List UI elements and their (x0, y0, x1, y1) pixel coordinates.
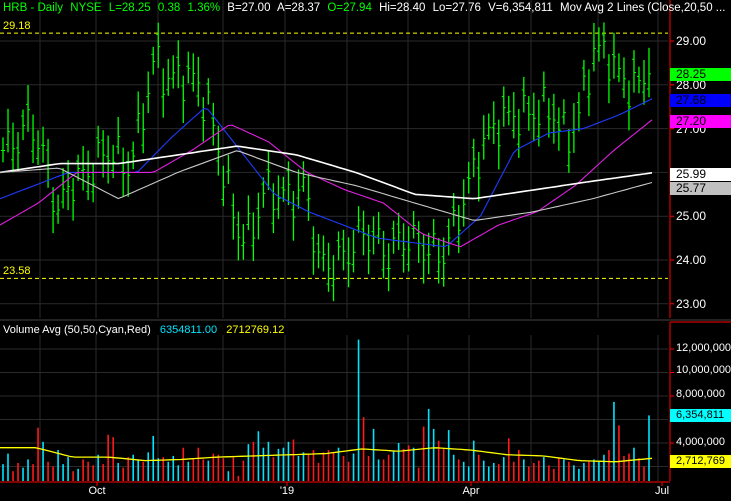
date-label-2019: '19 (279, 485, 295, 497)
volume-header: Volume Avg (50,50,Cyan,Red) 6354811.00 2… (3, 324, 290, 336)
volume-value: V=6,354,811 (488, 2, 553, 14)
date-label-jul: Jul (654, 485, 670, 497)
ask-price: A=28.37 (277, 2, 321, 14)
ma20-badge: 27.68 (670, 94, 731, 107)
open-price: O=27.94 (327, 2, 372, 14)
price-tick: 24.00 (676, 253, 707, 267)
low-level-label: 23.58 (3, 265, 31, 277)
volume-badge: 6,354,811 (670, 409, 731, 422)
volume-tick: 4,000,000 (676, 436, 725, 448)
volume-tick: 8,000,000 (676, 388, 725, 400)
bid-price: B=27.00 (227, 2, 271, 14)
high-price: Hi=28.40 (379, 2, 426, 14)
volume-tick: 12,000,000 (676, 342, 731, 354)
price-tick: 29.00 (676, 34, 707, 48)
ma100-badge: 25.99 (670, 168, 731, 181)
exchange-label: NYSE (70, 2, 102, 14)
ma50-badge: 27.20 (670, 115, 731, 128)
last-price: L=28.25 (108, 2, 151, 14)
symbol-label: HRB - Daily (3, 2, 64, 14)
price-tick: 23.00 (676, 297, 707, 311)
volume-average: 2712769.12 (226, 324, 285, 336)
volume-current: 6354811.00 (159, 324, 218, 336)
low-price: Lo=27.76 (432, 2, 481, 14)
change-percent: 1.36% (187, 2, 221, 14)
date-label-apr: Apr (462, 485, 480, 497)
price-tick: 25.00 (676, 209, 707, 223)
volume-tick: 10,000,000 (676, 364, 731, 376)
volume-study-title[interactable]: Volume Avg (50,50,Cyan,Red) (3, 324, 151, 336)
last-price-badge: 28.25 (670, 68, 731, 81)
stock-chart[interactable]: HRB - Daily NYSE L=28.25 0.38 1.36% B=27… (0, 0, 731, 501)
moving-average-ma200 (0, 150, 653, 221)
study-label[interactable]: Mov Avg 2 Lines (Close,20,50 ... (560, 2, 725, 14)
chart-canvas[interactable] (0, 0, 731, 501)
quote-header: HRB - Daily NYSE L=28.25 0.38 1.36% B=27… (3, 2, 729, 14)
date-label-oct: Oct (88, 485, 106, 497)
change-value: 0.38 (157, 2, 181, 14)
ma200-badge: 25.77 (670, 182, 731, 195)
high-level-label: 29.18 (3, 20, 31, 32)
volume-avg-badge: 2,712,769 (670, 455, 731, 468)
